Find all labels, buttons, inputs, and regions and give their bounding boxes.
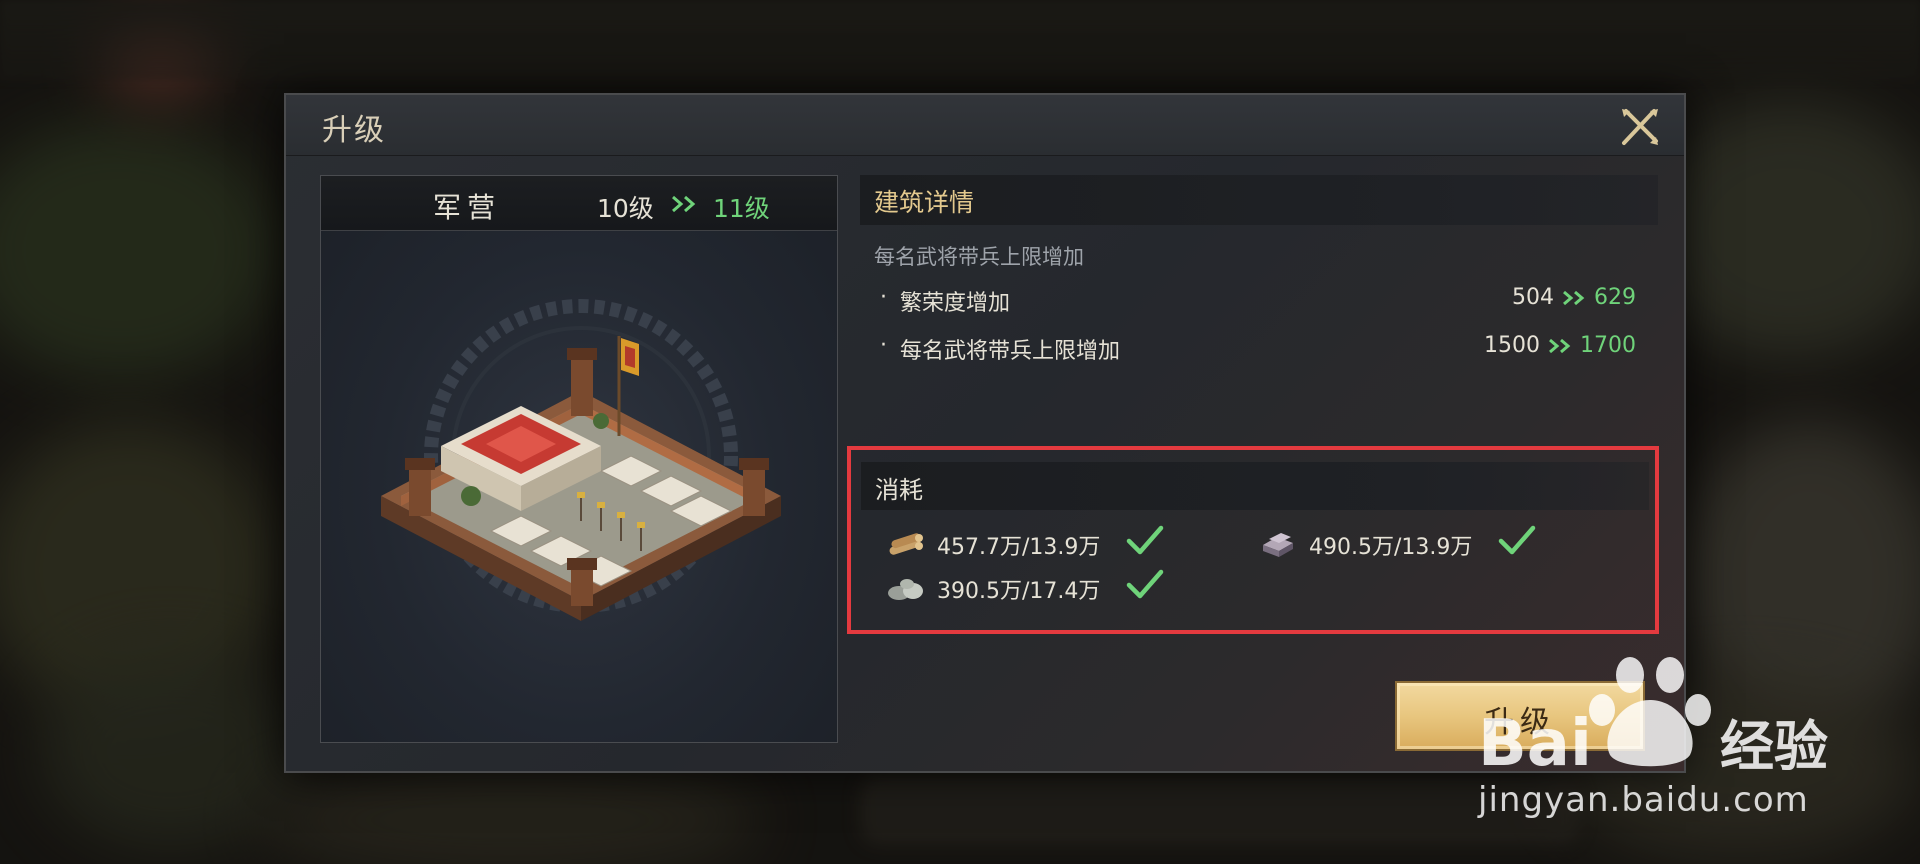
checkmark-icon (1126, 569, 1164, 599)
stat-to: 629 (1594, 285, 1636, 310)
stat-values: 1500 1700 (1484, 333, 1636, 358)
close-button[interactable] (1618, 105, 1662, 149)
details-subtitle: 每名武将带兵上限增加 (874, 245, 1084, 269)
stat-row: · 繁荣度增加 504 629 (880, 285, 1636, 317)
stat-from: 1500 (1484, 333, 1540, 358)
dialog-title: 升级 (322, 113, 386, 148)
cost-header: 消耗 (861, 462, 1649, 510)
checkmark-icon (1498, 525, 1536, 555)
stone-icon (888, 579, 923, 600)
double-chevron-right-icon (1549, 338, 1571, 354)
wood-icon (889, 533, 923, 555)
bullet: · (880, 333, 887, 358)
cost-item-stone: 390.5万/17.4万 (885, 569, 1205, 607)
iron-icon (1263, 533, 1293, 557)
building-preview-panel: 军营 10级 11级 (320, 175, 838, 743)
cost-item-iron: 490.5万/13.9万 (1257, 525, 1597, 563)
checkmark-icon (1126, 525, 1164, 555)
stat-to: 1700 (1580, 333, 1636, 358)
stat-label: 每名武将带兵上限增加 (900, 339, 1121, 364)
building-details-header: 建筑详情 (860, 175, 1658, 225)
double-chevron-right-icon (1563, 290, 1585, 306)
close-icon (1622, 109, 1658, 145)
watermark-url: jingyan.baidu.com (1478, 780, 1809, 820)
dialog-header: 升级 (286, 95, 1684, 156)
details-title: 建筑详情 (874, 188, 975, 217)
next-level: 11级 (713, 194, 770, 223)
stat-from: 504 (1512, 285, 1554, 310)
cost-amount: 490.5万/13.9万 (1309, 535, 1473, 560)
building-level-header: 军营 10级 11级 (321, 176, 837, 231)
cost-amount: 390.5万/17.4万 (937, 579, 1101, 604)
double-chevron-right-icon (672, 195, 696, 213)
svg-text:经验: 经验 (1720, 715, 1828, 778)
bullet: · (880, 285, 887, 310)
stat-label: 繁荣度增加 (900, 291, 1011, 316)
svg-text:Bai: Bai (1478, 707, 1592, 781)
cost-title: 消耗 (875, 476, 923, 504)
stat-values: 504 629 (1512, 285, 1636, 310)
cost-amount: 457.7万/13.9万 (937, 535, 1101, 560)
building-name: 军营 (433, 191, 502, 224)
current-level: 10级 (597, 194, 654, 223)
stat-row: · 每名武将带兵上限增加 1500 1700 (880, 333, 1636, 365)
cost-section-highlight: 消耗 457.7万/13.9万 490.5万/13.9万 390.5万/17.4… (847, 446, 1659, 634)
cost-item-wood: 457.7万/13.9万 (885, 525, 1205, 563)
barracks-illustration (381, 336, 781, 621)
